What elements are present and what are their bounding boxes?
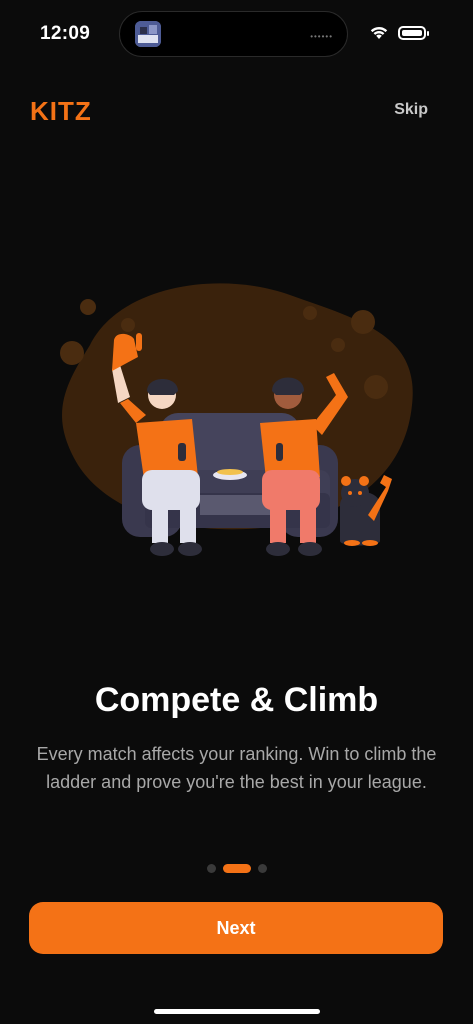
fans-on-couch-illustration [60, 283, 413, 556]
home-indicator[interactable] [154, 1009, 320, 1014]
page-dot-3[interactable] [257, 863, 267, 873]
battery-icon [398, 26, 429, 40]
status-bar: 12:09 •••••• [0, 0, 473, 64]
page-indicator [0, 863, 473, 873]
status-time: 12:09 [40, 23, 91, 44]
skip-button[interactable]: Skip [394, 101, 428, 119]
onboarding-title: Compete & Climb [94, 681, 379, 719]
dynamic-island[interactable]: •••••• [119, 11, 348, 57]
island-activity-icon: •••••• [310, 32, 333, 41]
brand-logo: KITZ [30, 96, 92, 126]
next-button[interactable]: Next [29, 902, 443, 954]
page-dot-2-active[interactable] [222, 863, 251, 873]
page-dot-1[interactable] [206, 863, 216, 873]
onboarding-description: Every match affects your ranking. Win to… [36, 744, 437, 792]
wifi-icon [370, 27, 388, 39]
now-playing-thumbnail [135, 21, 161, 47]
